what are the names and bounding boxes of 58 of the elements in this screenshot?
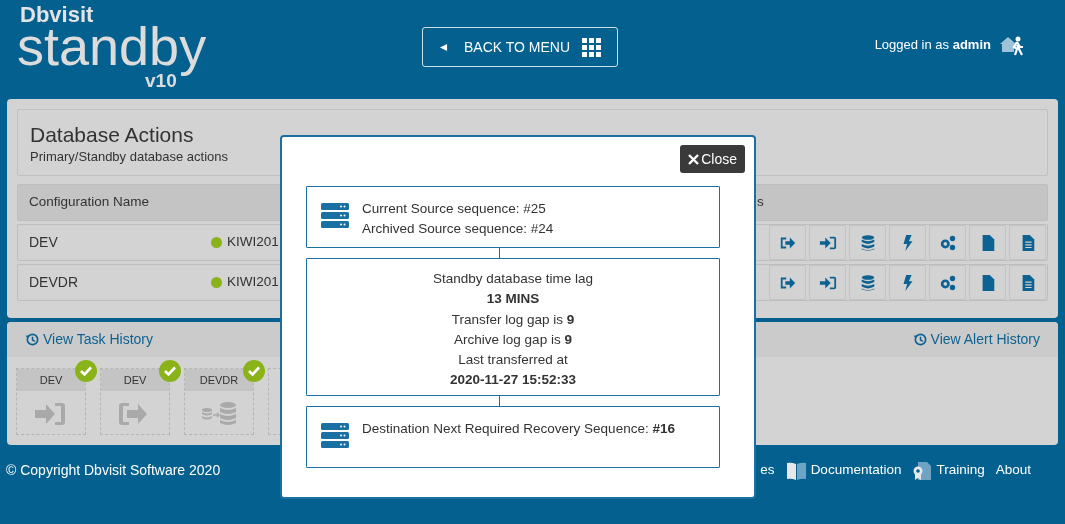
task-history-link[interactable]: View Task History [25, 329, 153, 350]
info-text: Current Source sequence: #25 [362, 200, 547, 218]
copyright-text: © Copyright Dbvisit Software 2020 [6, 461, 221, 480]
history-icon [912, 332, 928, 347]
table-cell-text: DEV [29, 233, 59, 252]
server-icon [321, 203, 349, 229]
caret-icon [439, 42, 448, 52]
action-button[interactable] [849, 225, 886, 260]
server-icon [321, 423, 349, 449]
close-icon [688, 153, 700, 165]
history-icon [25, 332, 40, 347]
action-button[interactable] [889, 225, 926, 260]
task-card[interactable]: DEV [100, 368, 170, 435]
footer-link[interactable]: Documentation [785, 460, 902, 481]
info-text: 2020-11-27 15:52:33 [449, 371, 577, 390]
column-header: s [757, 193, 764, 212]
close-button[interactable]: Close [680, 145, 745, 173]
version-label: v10 [145, 71, 177, 91]
info-text: Archive log gap is 9 [454, 330, 572, 349]
login-status: Logged in as admin [874, 36, 991, 55]
action-button[interactable] [929, 225, 966, 260]
action-button[interactable] [1009, 265, 1046, 300]
task-name: DEV [17, 369, 85, 391]
info-text: Destination Next Required Recovery Sequence: #16 [362, 420, 675, 438]
info-text: Transfer log gap is 9 [451, 310, 575, 329]
task-name: DEVDR [185, 369, 253, 391]
footer-link[interactable]: es [760, 460, 775, 481]
logout-icon[interactable] [999, 34, 1025, 56]
action-button[interactable] [929, 265, 966, 300]
action-button[interactable] [969, 265, 1006, 300]
task-card[interactable]: DEV [16, 368, 86, 435]
task-card[interactable]: DEVDR [184, 368, 254, 435]
alert-history-link[interactable]: View Alert History [912, 329, 1040, 350]
footer-link[interactable]: About [995, 460, 1031, 481]
panel-title: Database Actions [30, 122, 195, 148]
footer-link[interactable]: Training [912, 460, 985, 481]
info-text: Last transferred at [458, 351, 568, 370]
table-cell-text: KIWI201 [227, 273, 279, 292]
grid-icon [582, 37, 601, 57]
action-button[interactable] [769, 265, 806, 300]
action-button[interactable] [889, 265, 926, 300]
action-button[interactable] [809, 265, 846, 300]
action-button[interactable] [969, 225, 1006, 260]
action-button[interactable] [849, 265, 886, 300]
table-cell-text: KIWI201 [227, 233, 279, 252]
certificate-icon [912, 460, 933, 481]
book-icon [785, 461, 807, 480]
info-text: Standby database time lag [433, 270, 593, 288]
table-cell-text: DEVDR [29, 273, 79, 292]
panel-subtitle: Primary/Standby database actions [30, 148, 228, 166]
action-button[interactable] [809, 225, 846, 260]
action-button[interactable] [1009, 225, 1046, 260]
back-to-menu-button[interactable]: BACK TO MENU [422, 27, 618, 67]
task-name: DEV [101, 369, 169, 391]
column-header: Configuration Name [29, 193, 150, 212]
info-text: 13 MINS [486, 290, 540, 309]
action-button[interactable] [769, 225, 806, 260]
info-text: Archived Source sequence: #24 [362, 220, 554, 238]
